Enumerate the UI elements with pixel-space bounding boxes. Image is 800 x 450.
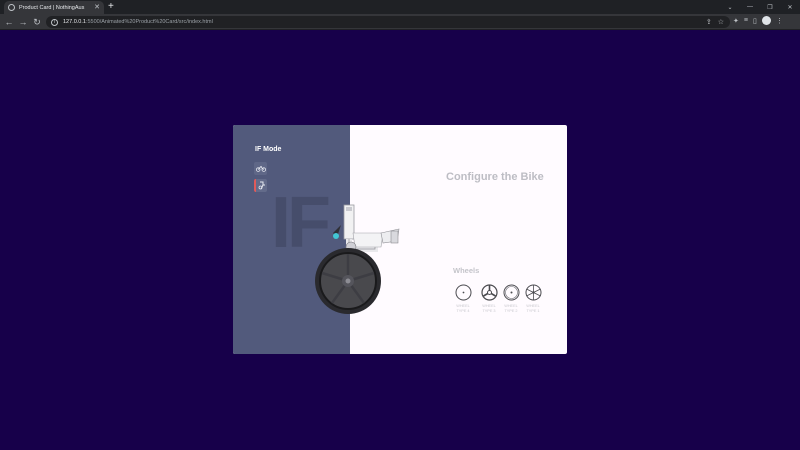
share-icon[interactable]: ⇪ xyxy=(706,18,712,26)
close-window-button[interactable]: ✕ xyxy=(780,0,800,14)
extensions-puzzle-icon[interactable]: ✦ xyxy=(733,17,739,25)
media-icon[interactable]: ≡ xyxy=(744,17,748,24)
globe-icon xyxy=(8,4,15,11)
wheel-option-type-2[interactable]: WHEEL TYPE 2 xyxy=(500,284,522,314)
browser-tab[interactable]: Product Card | NothingAus ✕ xyxy=(4,1,104,14)
wheel-option-type-1[interactable]: WHEEL TYPE 1 xyxy=(522,284,544,314)
wheel-frame-icon xyxy=(258,181,265,190)
address-bar[interactable]: i 127.0.0.1:5500/Animated%20Product%20Ca… xyxy=(46,16,730,28)
wheel-option-type-3[interactable]: WHEEL TYPE 3 xyxy=(478,284,500,314)
configure-heading: Configure the Bike xyxy=(446,171,544,183)
restore-button[interactable]: ❐ xyxy=(760,0,780,14)
minimize-button[interactable]: — xyxy=(740,0,760,14)
bike-mode-button[interactable] xyxy=(254,162,267,175)
site-info-icon[interactable]: i xyxy=(51,18,58,26)
bookmark-star-icon[interactable]: ☆ xyxy=(718,18,724,26)
url-text: 127.0.0.1:5500/Animated%20Product%20Card… xyxy=(63,19,213,25)
wheel-option-label: WHEEL TYPE 2 xyxy=(504,304,518,313)
wheel-type-4-icon xyxy=(455,284,471,301)
tab-search-icon[interactable]: ⌄ xyxy=(720,0,740,14)
browser-tab-bar: Product Card | NothingAus ✕ + ⌄ — ❐ ✕ xyxy=(0,0,800,14)
wheel-frame-mode-button[interactable] xyxy=(254,179,267,192)
wheel-type-3-icon xyxy=(480,284,498,301)
wheel-type-1-icon xyxy=(525,284,541,301)
wheel-option-label: WHEEL TYPE 3 xyxy=(482,304,496,313)
wheel-option-label: WHEEL TYPE 4 xyxy=(456,304,470,313)
wheels-section-label: Wheels xyxy=(453,266,480,275)
profile-avatar[interactable] xyxy=(761,16,771,25)
sidebar-icon[interactable]: ▯ xyxy=(753,17,757,25)
mode-title: IF Mode xyxy=(255,146,282,153)
forward-arrow-icon[interactable]: → xyxy=(17,16,29,28)
product-card: IF IF Mode Configure the Bike Wheels WHE… xyxy=(233,125,567,354)
wheel-option-type-4[interactable]: WHEEL TYPE 4 xyxy=(452,284,474,314)
menu-kebab-icon[interactable]: ⋮ xyxy=(776,17,783,25)
wheel-option-label: WHEEL TYPE 1 xyxy=(526,304,540,313)
new-tab-button[interactable]: + xyxy=(108,1,114,13)
tab-title: Product Card | NothingAus xyxy=(19,4,85,11)
window-controls: ⌄ — ❐ ✕ xyxy=(720,0,800,14)
browser-toolbar: ← → ↻ i 127.0.0.1:5500/Animated%20Produc… xyxy=(0,14,800,30)
wheel-type-2-icon xyxy=(503,284,519,301)
reload-icon[interactable]: ↻ xyxy=(31,16,43,28)
bike-icon xyxy=(255,165,266,172)
back-arrow-icon[interactable]: ← xyxy=(3,16,15,28)
tab-close-icon[interactable]: ✕ xyxy=(94,4,100,11)
bike-image xyxy=(315,204,400,314)
